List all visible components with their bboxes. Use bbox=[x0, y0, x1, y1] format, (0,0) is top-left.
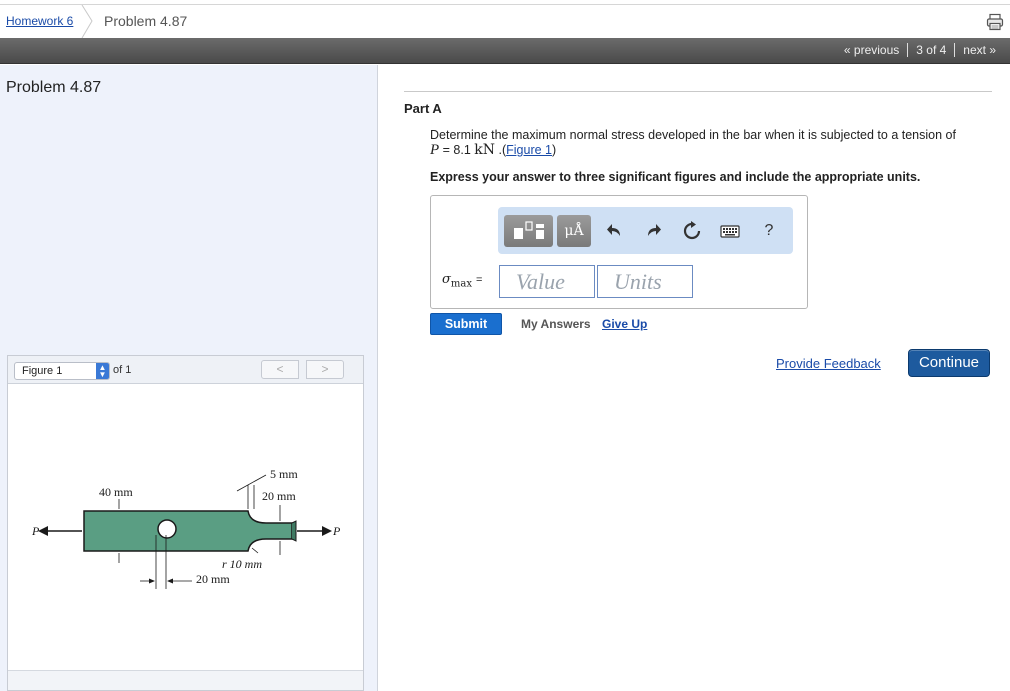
answer-box: μÅ ? σmax = Value Units bbox=[430, 195, 808, 309]
breadcrumb-chevron-icon bbox=[81, 5, 93, 38]
force-variable: P bbox=[430, 142, 440, 158]
reset-icon[interactable] bbox=[682, 221, 702, 241]
figure-count: of 1 bbox=[113, 364, 132, 376]
units-button[interactable]: μÅ bbox=[557, 215, 591, 247]
value-input[interactable]: Value bbox=[499, 265, 595, 298]
breadcrumb-current: Problem 4.87 bbox=[104, 13, 188, 29]
dim-label-r10mm: r 10 mm bbox=[222, 557, 262, 571]
figure-next-button[interactable]: > bbox=[306, 360, 344, 379]
answer-variable-label: σmax = bbox=[442, 272, 482, 290]
question-prefix: Determine the maximum normal stress deve… bbox=[430, 128, 956, 142]
print-icon[interactable] bbox=[986, 13, 1004, 31]
nav-position: 3 of 4 bbox=[916, 43, 947, 57]
math-toolbar: μÅ ? bbox=[498, 207, 793, 254]
dim-label-20mm-top: 20 mm bbox=[262, 489, 296, 503]
hole-shape bbox=[157, 519, 177, 539]
keyboard-icon[interactable] bbox=[720, 221, 740, 241]
force-label-left: P bbox=[31, 524, 40, 538]
sigma-subscript: max bbox=[450, 278, 472, 290]
force-unit: kN bbox=[474, 142, 496, 158]
my-answers-label: My Answers bbox=[521, 317, 591, 331]
give-up-link[interactable]: Give Up bbox=[602, 317, 647, 331]
figure-select-value: Figure 1 bbox=[22, 365, 63, 377]
link-prefix: .( bbox=[495, 143, 507, 157]
units-icon: μÅ bbox=[564, 223, 584, 239]
figure-footer bbox=[8, 670, 363, 690]
problem-title: Problem 4.87 bbox=[6, 79, 102, 96]
breadcrumb: Homework 6 Problem 4.87 bbox=[0, 5, 1010, 38]
units-input[interactable]: Units bbox=[597, 265, 693, 298]
bar-edge bbox=[291, 520, 297, 542]
force-label-right: P bbox=[332, 524, 341, 538]
templates-button[interactable] bbox=[504, 215, 553, 247]
submit-button[interactable]: Submit bbox=[430, 313, 502, 335]
answer-instruction: Express your answer to three significant… bbox=[430, 170, 921, 184]
sigma-symbol: σ bbox=[442, 272, 451, 287]
undo-icon[interactable] bbox=[605, 221, 625, 241]
select-caret-icon: ▲ ▼ bbox=[96, 363, 109, 379]
templates-icon bbox=[514, 221, 544, 239]
figure-prev-button[interactable]: < bbox=[261, 360, 299, 379]
figure-toolbar: Figure 1 ▲ ▼ of 1 < > bbox=[8, 356, 363, 384]
problem-sidebar: Problem 4.87 Figure 1 ▲ ▼ of 1 < > P P 4… bbox=[0, 65, 378, 691]
link-suffix: ) bbox=[551, 143, 557, 157]
figure-link[interactable]: Figure 1 bbox=[506, 143, 552, 157]
part-divider bbox=[404, 91, 992, 92]
redo-icon[interactable] bbox=[643, 221, 663, 241]
equals-sign: = bbox=[475, 274, 483, 286]
next-link[interactable]: next » bbox=[955, 43, 1004, 57]
assignment-nav-bar: « previous 3 of 4 next » bbox=[0, 38, 1010, 64]
dim-label-40mm: 40 mm bbox=[99, 485, 133, 499]
figure-select[interactable]: Figure 1 ▲ ▼ bbox=[14, 362, 110, 380]
figure-drawing: P P 40 mm 5 mm 20 mm r 10 mm 20 mm bbox=[31, 467, 341, 589]
previous-link[interactable]: « previous bbox=[836, 43, 907, 57]
question-text: Determine the maximum normal stress deve… bbox=[430, 128, 990, 158]
figure-panel: Figure 1 ▲ ▼ of 1 < > P P 40 mm 5 mm 20 … bbox=[7, 355, 364, 691]
dim-label-20mm-bottom: 20 mm bbox=[196, 572, 230, 586]
force-value: = 8.1 bbox=[439, 143, 475, 157]
dim-label-5mm: 5 mm bbox=[270, 467, 298, 481]
part-label: Part A bbox=[404, 101, 442, 116]
continue-button[interactable]: Continue bbox=[908, 349, 990, 377]
help-icon[interactable]: ? bbox=[759, 221, 779, 241]
provide-feedback-link[interactable]: Provide Feedback bbox=[776, 356, 881, 371]
bar-shape bbox=[83, 510, 293, 552]
breadcrumb-homework-link[interactable]: Homework 6 bbox=[6, 14, 73, 28]
